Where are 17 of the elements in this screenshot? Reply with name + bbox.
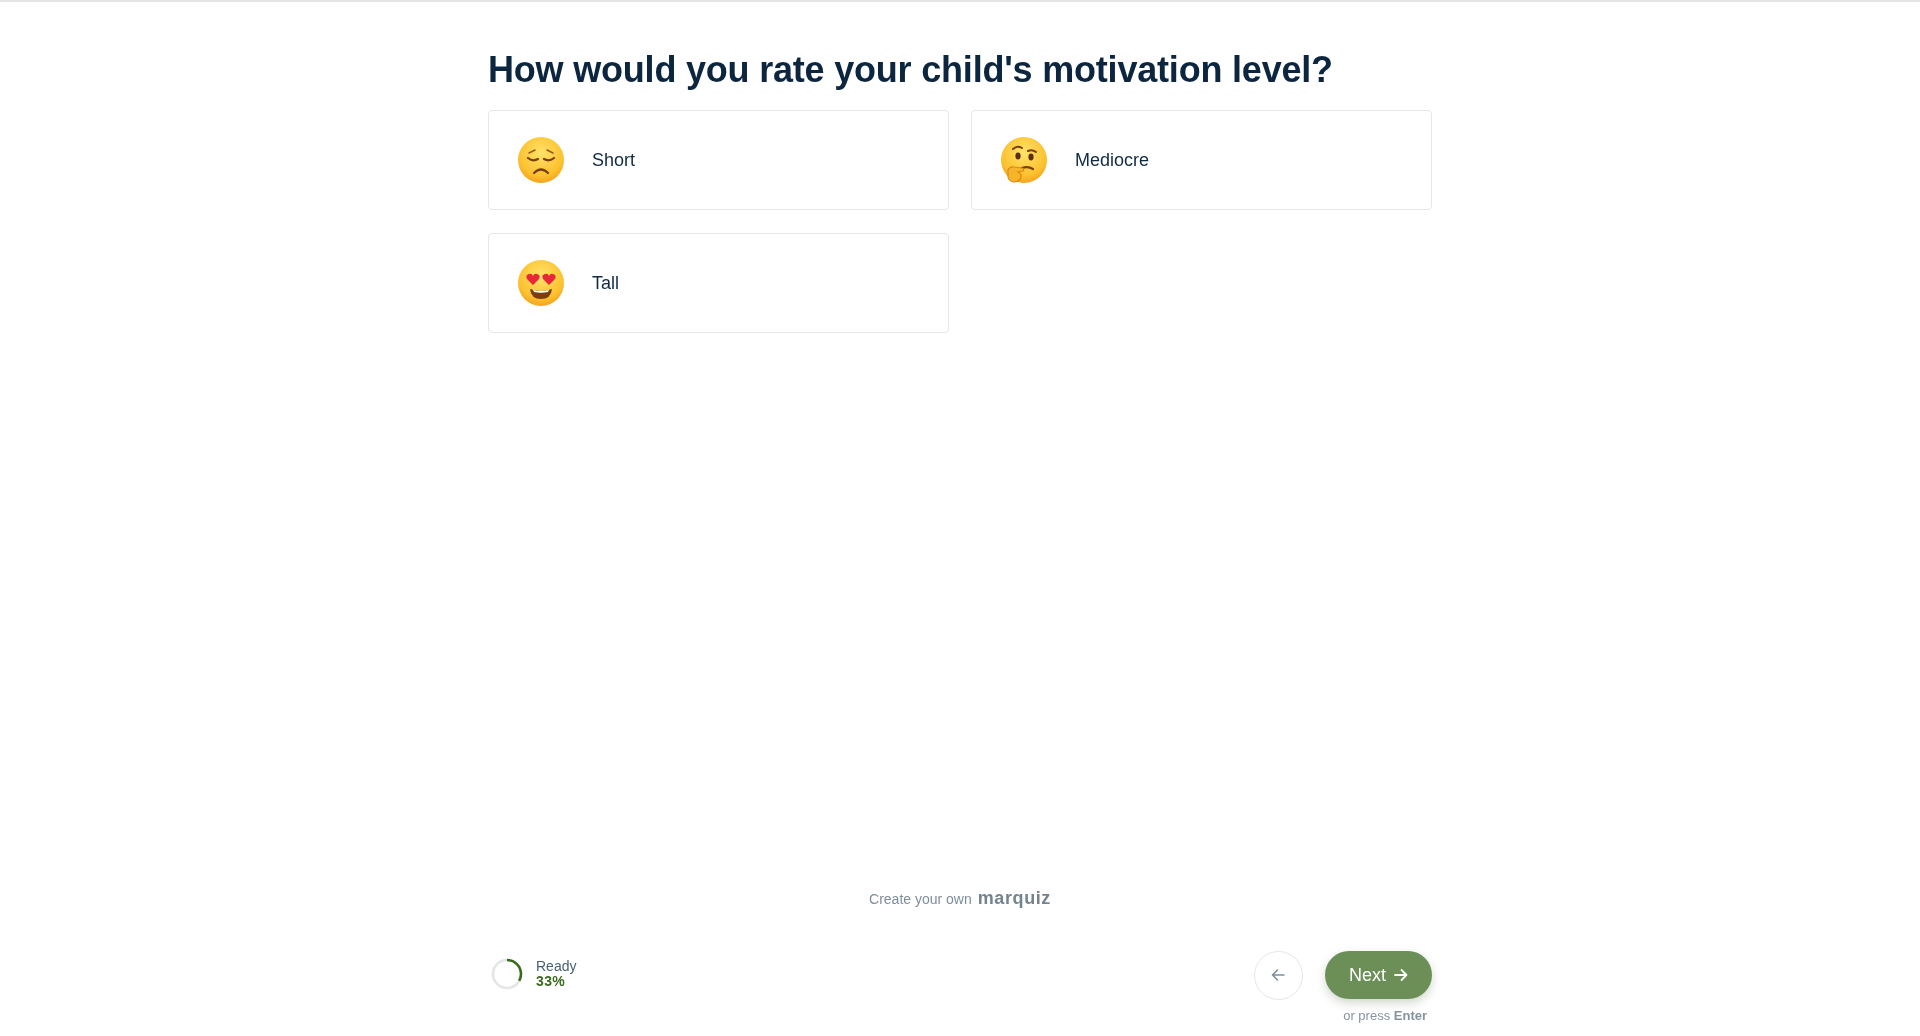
answer-option[interactable]: Short — [488, 110, 949, 210]
sad-face-icon — [517, 136, 565, 184]
progress-ring — [491, 957, 523, 990]
branding-text: Create your own — [869, 889, 972, 909]
answer-option[interactable]: Tall — [488, 233, 949, 333]
back-button[interactable] — [1254, 950, 1303, 1000]
progress-percent: 33% — [536, 973, 566, 989]
heart-eyes-face-icon — [517, 259, 565, 307]
logo-link[interactable]: marquiz — [977, 884, 1051, 912]
answer-option[interactable]: Mediocre — [971, 110, 1432, 210]
progress-label: Ready — [536, 958, 577, 974]
thinking-face-icon — [1000, 136, 1048, 184]
arrow-right-icon — [1394, 968, 1408, 982]
arrow-left-icon — [1271, 968, 1286, 982]
next-button[interactable]: Next — [1325, 951, 1432, 999]
keyboard-hint: or press Enter — [1343, 1006, 1427, 1025]
question-title: How would you rate your child's motivation level? — [488, 48, 1334, 92]
